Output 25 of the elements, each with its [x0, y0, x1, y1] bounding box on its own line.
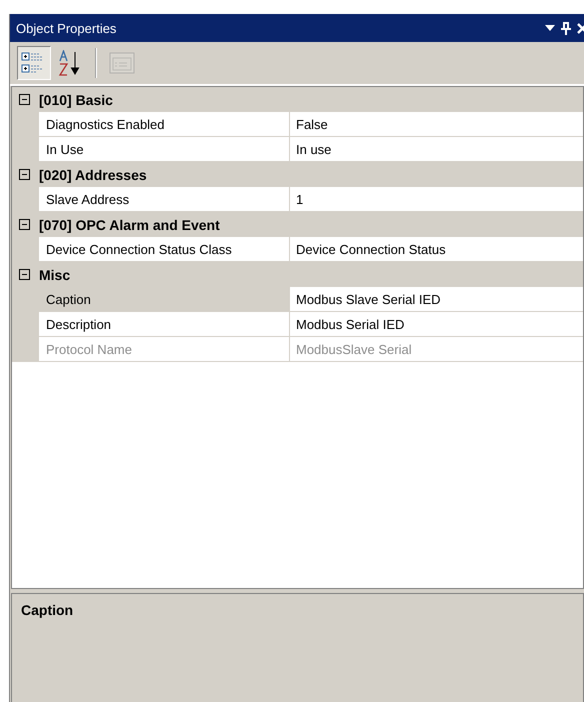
collapse-icon[interactable]	[19, 269, 30, 280]
property-value[interactable]: Modbus Slave Serial IED	[290, 287, 583, 312]
category-title: [070] OPC Alarm and Event	[39, 216, 220, 232]
panel-title: Object Properties	[16, 20, 118, 36]
row-margin	[12, 337, 39, 362]
dropdown-icon[interactable]	[545, 25, 555, 31]
property-name[interactable]: Caption	[39, 287, 290, 312]
category-title: [010] Basic	[39, 92, 113, 108]
collapse-icon[interactable]	[19, 94, 30, 105]
sort-az-icon	[58, 50, 82, 76]
property-name[interactable]: Description	[39, 312, 290, 337]
property-value[interactable]: Modbus Serial IED	[290, 312, 583, 337]
category-title: Misc	[39, 266, 70, 282]
property-name[interactable]: Slave Address	[39, 187, 290, 212]
property-name[interactable]: Device Connection Status Class	[39, 237, 290, 262]
property-name[interactable]: Diagnostics Enabled	[39, 112, 290, 137]
property-value[interactable]: False	[290, 112, 583, 137]
pin-icon[interactable]	[561, 22, 571, 34]
property-pages-icon	[109, 52, 135, 74]
collapse-icon[interactable]	[19, 219, 30, 230]
categorized-button[interactable]	[17, 46, 51, 80]
description-title: Caption	[21, 602, 74, 618]
category-title: [020] Addresses	[39, 166, 147, 182]
property-name[interactable]: In Use	[39, 137, 290, 162]
collapse-icon[interactable]	[19, 169, 30, 180]
